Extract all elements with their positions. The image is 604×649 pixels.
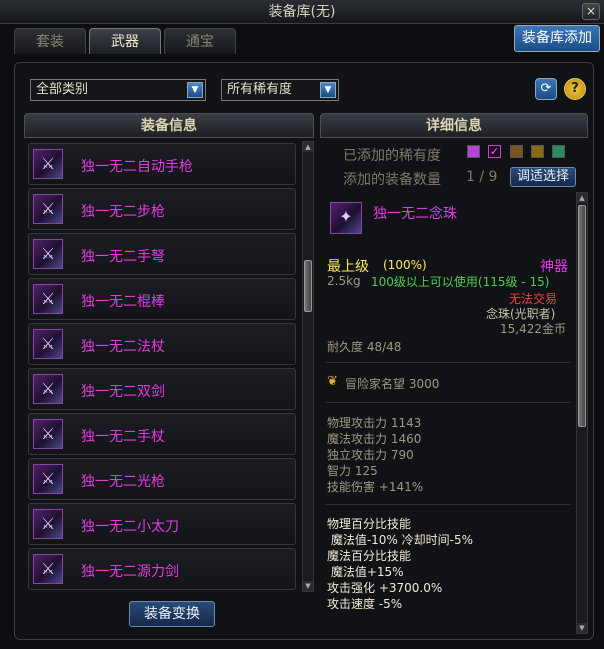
add-to-library-button[interactable]: 装备库添加 — [514, 25, 600, 52]
adventurer-fame: 冒险家名望 3000 — [345, 377, 440, 391]
scroll-down-icon[interactable]: ▼ — [577, 623, 587, 633]
item-name: 独一无二源力剑 — [81, 564, 179, 580]
tab-weapons[interactable]: 武器 — [89, 28, 161, 54]
level-requirement: 100级以上可以使用(115级 - 15) — [371, 275, 550, 289]
rifle-icon: ⚔ — [33, 194, 63, 224]
effect-line: 攻击速度 -5% — [327, 597, 403, 611]
help-icon[interactable]: ? — [564, 78, 586, 100]
lance-icon: ⚔ — [33, 464, 63, 494]
effect-line: 魔法值-10% 冷却时间-5% — [327, 533, 473, 547]
force-sword-icon: ⚔ — [33, 554, 63, 584]
list-item[interactable]: ⚔ 独一无二法杖 — [28, 323, 296, 365]
list-item[interactable]: ⚔ 独一无二步枪 — [28, 188, 296, 230]
divider — [326, 504, 570, 505]
equipment-convert-button[interactable]: 装备变换 — [129, 601, 215, 627]
rarity-checkbox-legendary[interactable] — [510, 145, 523, 158]
list-item[interactable]: ⚔ 独一无二光枪 — [28, 458, 296, 500]
item-name: 独一无二光枪 — [81, 474, 165, 490]
scroll-thumb[interactable] — [578, 205, 586, 427]
price: 15,422金币 — [500, 322, 566, 336]
list-scrollbar[interactable]: ▲ ▼ — [302, 141, 314, 592]
item-name: 独一无二手弩 — [81, 249, 165, 265]
item-name: 独一无二棍棒 — [81, 294, 165, 310]
detail-info-header: 详细信息 — [320, 113, 588, 138]
list-item[interactable]: ⚔ 独一无二小太刀 — [28, 503, 296, 545]
short-blade-icon: ⚔ — [33, 509, 63, 539]
cane-icon: ⚔ — [33, 419, 63, 449]
add-count: 1 / 9 — [466, 169, 498, 185]
window-title: 装备库(无) × — [0, 0, 604, 24]
close-button[interactable]: × — [582, 3, 600, 20]
rarity-checkbox-rare[interactable] — [552, 145, 565, 158]
list-item[interactable]: ⚔ 独一无二手弩 — [28, 233, 296, 275]
effect-line: 魔法百分比技能 — [327, 549, 412, 563]
refresh-icon[interactable]: ⟳ — [535, 78, 557, 100]
stat-line: 技能伤害 +141% — [327, 480, 424, 494]
effect-line: 攻击强化 +3700.0% — [327, 581, 443, 595]
club-icon: ⚔ — [33, 284, 63, 314]
category-dropdown[interactable]: 全部类别 ▼ — [30, 79, 206, 101]
staff-icon: ⚔ — [33, 329, 63, 359]
window-title-text: 装备库(无) — [268, 4, 336, 20]
item-name: 独一无二步枪 — [81, 204, 165, 220]
fit-select-button[interactable]: 调适选择 — [510, 167, 576, 187]
equipment-list: ⚔ 独一无二自动手枪 ⚔ 独一无二步枪 ⚔ 独一无二手弩 ⚔ 独一无二棍棒 ⚔ 独一无二法… — [24, 140, 314, 592]
rarity-checkbox-myth[interactable]: ✓ — [488, 145, 501, 158]
detail-scrollbar[interactable]: ▲ ▼ — [576, 192, 588, 634]
tab-suits[interactable]: 套装 — [14, 28, 86, 54]
stat-line: 魔法攻击力 1460 — [327, 432, 422, 446]
crossbow-icon: ⚔ — [33, 239, 63, 269]
stat-line: 物理攻击力 1143 — [327, 416, 422, 430]
rosary-icon: ✦ — [330, 202, 362, 234]
item-name: 独一无二自动手枪 — [81, 159, 193, 175]
durability: 耐久度 48/48 — [327, 340, 402, 354]
list-item[interactable]: ⚔ 独一无二手杖 — [28, 413, 296, 455]
rarity-checkbox-epic[interactable] — [467, 145, 480, 158]
chevron-down-icon: ▼ — [320, 82, 336, 98]
list-item[interactable]: ⚔ 独一无二棍棒 — [28, 278, 296, 320]
rarity-dropdown[interactable]: 所有稀有度 ▼ — [221, 79, 339, 101]
stat-line: 独立攻击力 790 — [327, 448, 414, 462]
rarity-checkbox-unique[interactable] — [531, 145, 544, 158]
grade-percent: (100%) — [383, 258, 427, 272]
rarity-dropdown-value: 所有稀有度 — [227, 82, 293, 97]
scroll-thumb[interactable] — [304, 260, 312, 312]
add-count-label: 添加的装备数量 — [343, 172, 441, 188]
grade-label: 最上级 — [327, 259, 369, 275]
item-name: 独一无二法杖 — [81, 339, 165, 355]
twin-swords-icon: ⚔ — [33, 374, 63, 404]
detail-item-name: 独一无二念珠 — [373, 206, 457, 222]
effect-line: 物理百分比技能 — [327, 517, 412, 531]
weight: 2.5kg — [327, 274, 361, 288]
category-dropdown-value: 全部类别 — [36, 82, 89, 97]
scroll-up-icon[interactable]: ▲ — [577, 193, 587, 203]
list-item[interactable]: ⚔ 独一无二源力剑 — [28, 548, 296, 590]
effect-line: 魔法值+15% — [327, 565, 404, 579]
chevron-down-icon: ▼ — [187, 82, 203, 98]
list-item[interactable]: ⚔ 独一无二自动手枪 — [28, 143, 296, 185]
stat-line: 智力 125 — [327, 464, 378, 478]
item-name: 独一无二手杖 — [81, 429, 165, 445]
divider — [326, 402, 570, 403]
equipment-info-header: 装备信息 — [24, 113, 314, 138]
item-name: 独一无二小太刀 — [81, 519, 179, 535]
list-item[interactable]: ⚔ 独一无二双剑 — [28, 368, 296, 410]
added-rarity-label: 已添加的稀有度 — [343, 148, 441, 164]
fame-icon: ❦ — [327, 374, 338, 389]
item-name: 独一无二双剑 — [81, 384, 165, 400]
tab-tongbao[interactable]: 通宝 — [164, 28, 236, 54]
divider — [326, 362, 570, 363]
scroll-down-icon[interactable]: ▼ — [303, 581, 313, 591]
pistol-icon: ⚔ — [33, 149, 63, 179]
scroll-up-icon[interactable]: ▲ — [303, 142, 313, 152]
